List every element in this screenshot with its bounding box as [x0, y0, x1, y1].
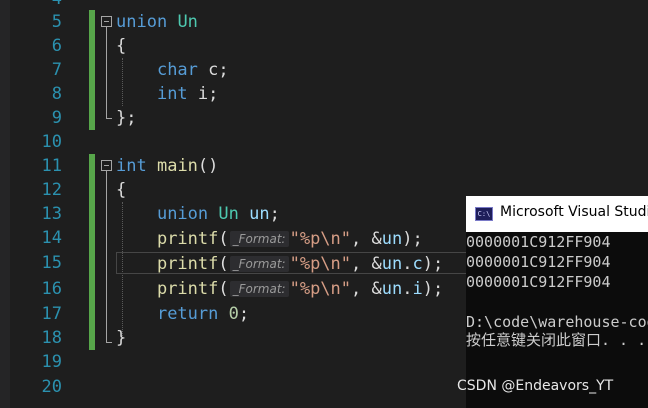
punctuation: );: [402, 229, 423, 249]
type-name: Un: [177, 12, 198, 32]
variable: un: [381, 229, 403, 249]
line-number: 6: [51, 36, 62, 56]
identifier: i: [197, 84, 209, 104]
function-name: printf: [156, 229, 219, 249]
brace: }: [116, 328, 127, 348]
function-name: main: [156, 156, 198, 176]
console-window[interactable]: C:\ Microsoft Visual Studio 0000001C912F…: [466, 196, 648, 408]
parameter-hint: _Format:: [229, 281, 289, 297]
punctuation: .: [402, 279, 413, 299]
code-line-11[interactable]: int main(): [116, 154, 218, 178]
console-output-line: D:\code\warehouse-code: [466, 313, 648, 331]
string-literal: "%p\n": [289, 254, 352, 274]
punctuation: ;: [208, 84, 219, 104]
code-line-13[interactable]: union Un un;: [116, 202, 280, 226]
punctuation: ;: [218, 60, 229, 80]
function-name: printf: [156, 254, 219, 274]
punctuation: );: [422, 279, 444, 299]
left-margin: [0, 0, 10, 408]
line-number: 20: [41, 377, 62, 397]
line-number: 9: [51, 108, 62, 128]
code-line-18[interactable]: }: [116, 326, 126, 350]
fold-guide-line: [106, 171, 107, 342]
punctuation: (: [218, 254, 229, 274]
keyword: union: [116, 12, 168, 32]
variable: un: [381, 279, 403, 299]
number-literal: 0: [228, 304, 239, 324]
punctuation: ;: [238, 304, 250, 324]
punctuation: , &: [351, 279, 382, 299]
type-keyword: int: [116, 156, 147, 176]
fold-guide-end: [106, 118, 112, 119]
code-line-15[interactable]: printf(_Format: "%p\n", &un.c);: [116, 252, 443, 276]
string-literal: "%p\n": [289, 229, 352, 249]
line-number: 16: [41, 279, 62, 299]
console-output-line: 0000001C912FF904: [466, 253, 611, 271]
collapse-toggle-icon[interactable]: [101, 16, 112, 27]
change-indicator-bar: [89, 10, 95, 130]
line-number-gutter: 4 5 6 7 8 9 10 11 12 13 14 15 16 17 18 1…: [10, 0, 62, 408]
punctuation: , &: [351, 254, 382, 274]
punctuation: );: [422, 254, 444, 274]
member: c: [412, 254, 423, 274]
punctuation: ;: [269, 204, 280, 224]
brace: };: [116, 108, 137, 128]
code-line-17[interactable]: return 0;: [116, 302, 249, 326]
collapse-toggle-icon[interactable]: [101, 160, 112, 171]
console-output-line: 0000001C912FF904: [466, 233, 611, 251]
function-name: printf: [156, 279, 219, 299]
code-line-12[interactable]: {: [116, 178, 126, 202]
brace: {: [116, 180, 127, 200]
line-number: 15: [41, 253, 62, 273]
code-line-6[interactable]: {: [116, 34, 126, 58]
change-indicator-bar: [89, 154, 95, 350]
punctuation: (): [197, 156, 219, 176]
brace: {: [116, 36, 127, 56]
punctuation: , &: [351, 229, 382, 249]
line-number: 7: [51, 60, 62, 80]
type-keyword: int: [156, 84, 188, 104]
parameter-hint: _Format:: [229, 231, 289, 247]
console-title: Microsoft Visual Studio: [500, 204, 648, 220]
line-number: 13: [41, 204, 62, 224]
code-line-5[interactable]: union Un: [116, 10, 198, 34]
punctuation: (: [218, 279, 229, 299]
vs-screenshot: 4 5 6 7 8 9 10 11 12 13 14 15 16 17 18 1…: [0, 0, 648, 408]
console-titlebar[interactable]: C:\ Microsoft Visual Studio: [466, 196, 648, 232]
console-output-line: 0000001C912FF904: [466, 273, 611, 291]
console-app-icon: C:\: [475, 207, 493, 221]
console-output-line: 按任意键关闭此窗口. . .: [466, 331, 647, 349]
line-number: 19: [41, 352, 62, 372]
line-number: 14: [41, 228, 62, 248]
line-number: 11: [41, 156, 62, 176]
punctuation: (: [218, 229, 229, 249]
code-line-7[interactable]: char c;: [116, 58, 229, 82]
watermark: CSDN @Endeavors_YT: [457, 378, 614, 394]
fold-guide-end: [106, 342, 112, 343]
punctuation: .: [402, 254, 413, 274]
fold-guide-line: [106, 27, 107, 118]
line-number: 17: [41, 304, 62, 324]
variable: un: [381, 254, 403, 274]
string-literal: "%p\n": [289, 279, 352, 299]
parameter-hint: _Format:: [229, 256, 289, 272]
code-line-16[interactable]: printf(_Format: "%p\n", &un.i);: [116, 277, 443, 301]
line-number: 5: [51, 12, 62, 32]
variable: un: [249, 204, 270, 224]
type-keyword: char: [156, 60, 198, 80]
line-number: 10: [41, 132, 62, 152]
identifier: c: [208, 60, 219, 80]
keyword: return: [156, 304, 219, 324]
keyword: union: [156, 204, 209, 224]
code-line-8[interactable]: int i;: [116, 82, 218, 106]
member: i: [412, 279, 423, 299]
code-line-14[interactable]: printf(_Format: "%p\n", &un);: [116, 227, 423, 251]
line-number: 18: [41, 328, 62, 348]
line-number: 8: [51, 84, 62, 104]
line-number: 12: [41, 180, 62, 200]
code-line-9[interactable]: };: [116, 106, 136, 130]
type-name: Un: [218, 204, 239, 224]
